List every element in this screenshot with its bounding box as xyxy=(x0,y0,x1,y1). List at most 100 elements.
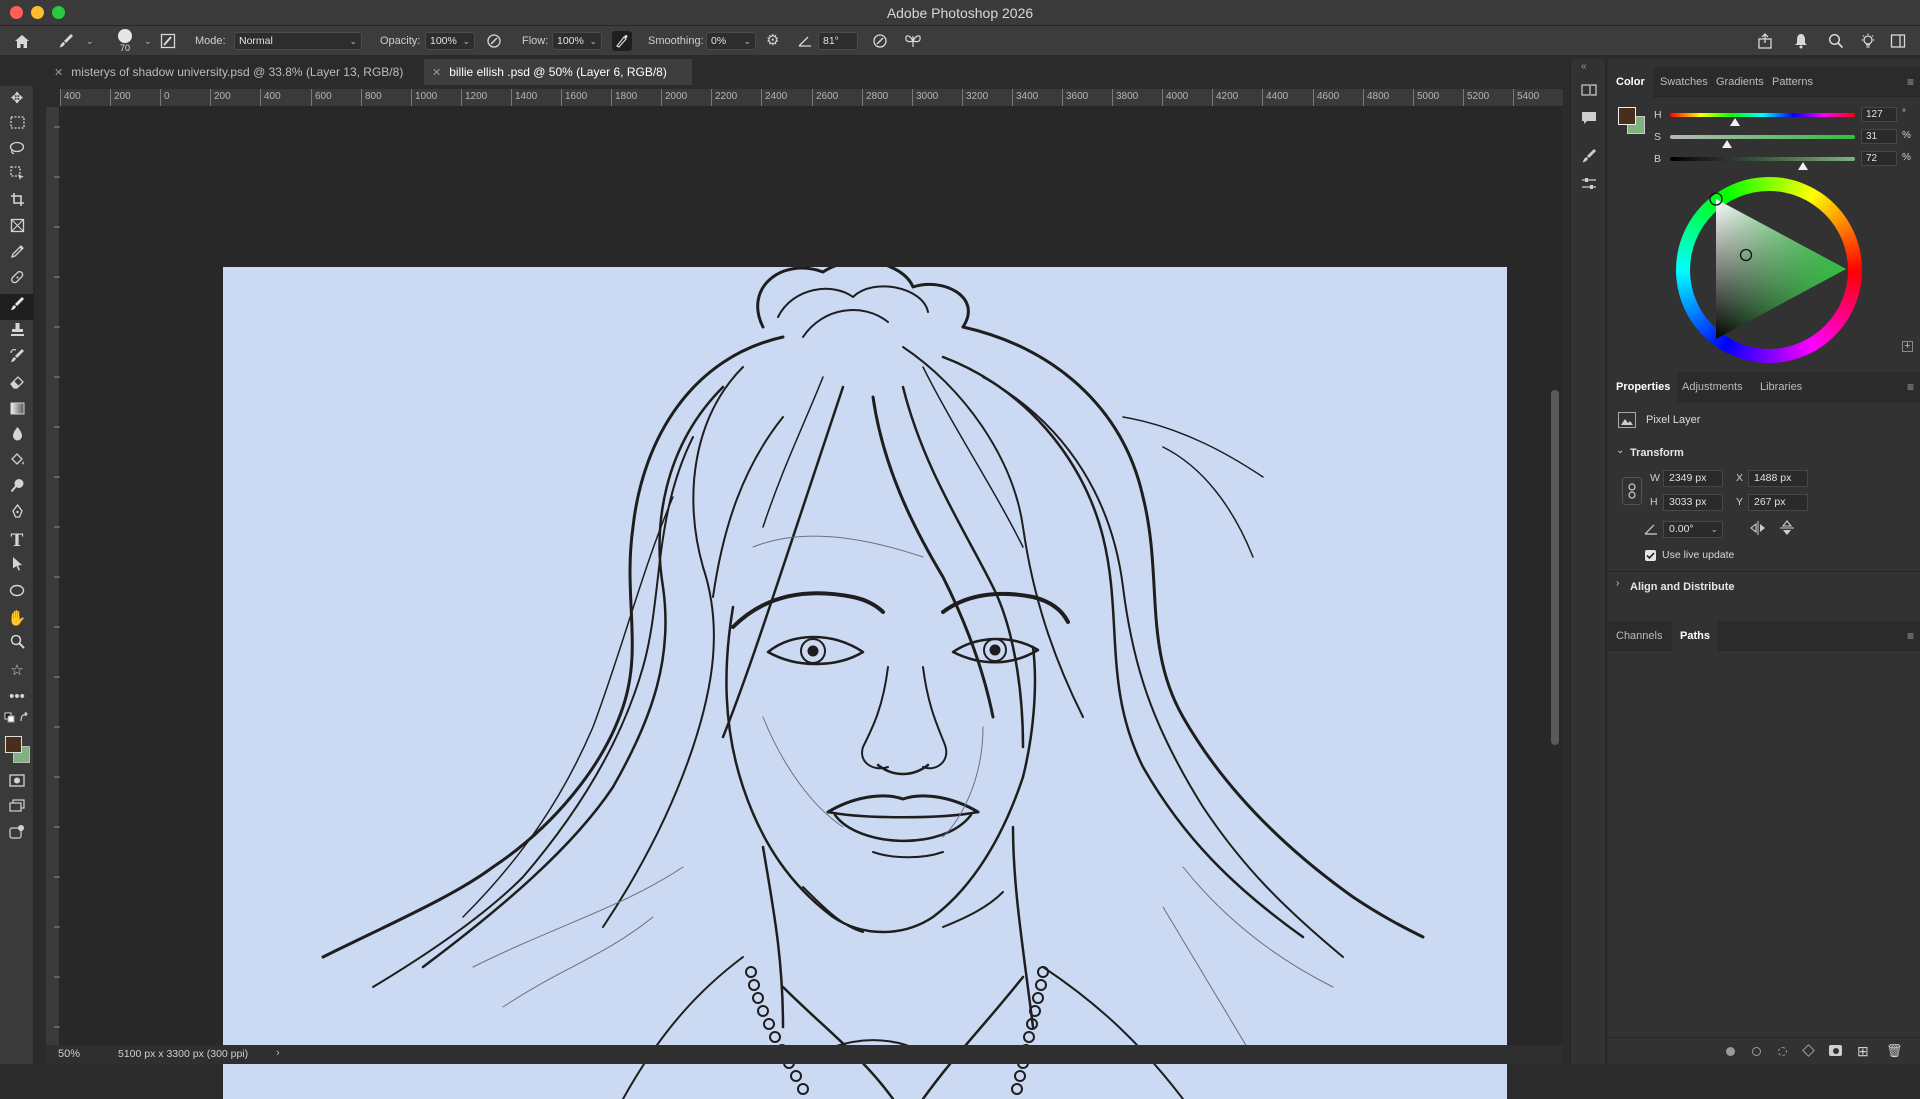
rotation-angle-field[interactable]: 0.00° ⌄ xyxy=(1663,521,1723,538)
gradient-tool-icon[interactable] xyxy=(0,398,34,424)
chevron-right-icon[interactable]: › xyxy=(1616,578,1619,589)
frame-tool-icon[interactable] xyxy=(0,216,34,242)
brush-preset-dropdown[interactable]: ⌄ xyxy=(82,26,94,56)
chevron-down-icon[interactable]: ⌄ xyxy=(1616,445,1624,456)
crop-tool-icon[interactable] xyxy=(0,190,34,216)
document-tab-misterys[interactable]: ✕ misterys of shadow university.psd @ 33… xyxy=(46,59,421,85)
discover-lightbulb-icon[interactable] xyxy=(1860,26,1882,56)
healing-brush-tool-icon[interactable] xyxy=(0,268,34,294)
tab-paths[interactable]: Paths xyxy=(1672,621,1718,651)
tab-swatches[interactable]: Swatches xyxy=(1652,67,1716,97)
type-tool-icon[interactable]: T xyxy=(0,528,34,554)
y-field[interactable]: 267 px xyxy=(1748,494,1808,511)
pressure-opacity-icon[interactable] xyxy=(486,26,508,56)
share-icon[interactable] xyxy=(1757,26,1779,56)
tab-libraries[interactable]: Libraries xyxy=(1752,372,1810,402)
clone-stamp-tool-icon[interactable] xyxy=(0,320,34,346)
history-brush-tool-icon[interactable] xyxy=(0,346,34,372)
history-panel-icon[interactable] xyxy=(1577,81,1601,105)
blur-tool-icon[interactable] xyxy=(0,424,34,450)
new-path-icon[interactable]: ⊞ xyxy=(1857,1043,1869,1060)
ellipse-tool-icon[interactable] xyxy=(0,580,34,606)
search-icon[interactable] xyxy=(1828,26,1850,56)
tab-patterns[interactable]: Patterns xyxy=(1764,67,1821,97)
tab-channels[interactable]: Channels xyxy=(1608,621,1670,651)
notifications-bell-icon[interactable] xyxy=(1794,26,1816,56)
brush-settings-strip-icon[interactable] xyxy=(1577,147,1601,171)
smoothing-field[interactable]: 0% ⌄ xyxy=(706,32,756,50)
vertical-scrollbar[interactable] xyxy=(1551,390,1559,745)
brush-size-dropdown[interactable]: ⌄ xyxy=(140,26,152,56)
dodge-tool-icon[interactable] xyxy=(0,476,34,502)
width-field[interactable]: 2349 px xyxy=(1663,470,1723,487)
lasso-tool-icon[interactable] xyxy=(0,138,34,164)
hue-slider-thumb[interactable] xyxy=(1729,118,1740,126)
panel-menu-icon[interactable]: ≡ xyxy=(1907,75,1914,89)
paint-bucket-tool-icon[interactable] xyxy=(0,450,34,476)
brightness-slider[interactable] xyxy=(1670,157,1855,161)
align-distribute-section-title[interactable]: Align and Distribute xyxy=(1630,581,1735,593)
brush-preset-icon[interactable] xyxy=(58,26,78,56)
home-icon[interactable] xyxy=(14,26,40,56)
object-selection-tool-icon[interactable] xyxy=(0,164,34,190)
document-tab-billie[interactable]: ✕ billie ellish .psd @ 50% (Layer 6, RGB… xyxy=(424,59,692,85)
close-tab-icon[interactable]: ✕ xyxy=(54,66,63,79)
link-dimensions-icon[interactable] xyxy=(1622,477,1642,505)
workspace-layout-icon[interactable] xyxy=(1890,26,1912,56)
panel-menu-icon[interactable]: ≡ xyxy=(1907,629,1914,643)
tab-color[interactable]: Color xyxy=(1608,67,1653,97)
properties-sliders-icon[interactable] xyxy=(1577,175,1601,199)
saturation-value-field[interactable]: 31 xyxy=(1861,129,1897,144)
hue-slider[interactable] xyxy=(1670,113,1855,117)
airbrush-icon[interactable] xyxy=(612,26,634,56)
saturation-slider[interactable] xyxy=(1670,135,1855,139)
eraser-tool-icon[interactable] xyxy=(0,372,34,398)
pressure-size-icon[interactable] xyxy=(872,26,894,56)
quick-mask-icon[interactable] xyxy=(0,770,34,796)
zoom-level[interactable]: 50% xyxy=(58,1048,80,1060)
blend-mode-select[interactable]: Normal ⌄ xyxy=(234,32,362,50)
chevron-right-icon[interactable]: › xyxy=(276,1047,280,1059)
live-update-checkbox[interactable] xyxy=(1645,550,1656,561)
comments-panel-icon[interactable] xyxy=(1577,109,1601,133)
brush-settings-panel-icon[interactable] xyxy=(160,26,182,56)
panel-menu-icon[interactable]: ≡ xyxy=(1907,380,1914,394)
brightness-value-field[interactable]: 72 xyxy=(1861,151,1897,166)
stroke-path-icon[interactable] xyxy=(1752,1047,1761,1056)
brightness-slider-thumb[interactable] xyxy=(1798,162,1809,170)
make-work-path-icon[interactable] xyxy=(1802,1044,1815,1057)
eyedropper-tool-icon[interactable] xyxy=(0,242,34,268)
move-tool-icon[interactable]: ✥ xyxy=(0,86,34,112)
color-wheel[interactable] xyxy=(1676,177,1862,363)
hand-tool-icon[interactable]: ✋ xyxy=(0,606,34,632)
star-shape-icon[interactable]: ☆ xyxy=(0,658,34,684)
marquee-tool-icon[interactable] xyxy=(0,112,34,138)
smoothing-settings-gear-icon[interactable]: ⚙ xyxy=(766,26,788,56)
load-selection-icon[interactable] xyxy=(1778,1047,1787,1056)
flip-horizontal-icon[interactable] xyxy=(1750,521,1766,540)
saturation-slider-thumb[interactable] xyxy=(1722,140,1733,148)
height-field[interactable]: 3033 px xyxy=(1663,494,1723,511)
transform-section-title[interactable]: Transform xyxy=(1630,447,1684,459)
edit-toolbar-icon[interactable] xyxy=(0,822,34,848)
collapse-panels-icon[interactable]: « xyxy=(1581,61,1587,72)
more-tools-icon[interactable]: ••• xyxy=(0,684,34,710)
add-mask-icon[interactable] xyxy=(1829,1045,1842,1056)
trash-icon[interactable]: 🗑 xyxy=(1886,1043,1903,1059)
default-colors-icon[interactable] xyxy=(0,710,34,736)
flow-field[interactable]: 100% ⌄ xyxy=(552,32,602,50)
hue-value-field[interactable]: 127 xyxy=(1861,107,1897,122)
pen-tool-icon[interactable] xyxy=(0,502,34,528)
tab-gradients[interactable]: Gradients xyxy=(1708,67,1772,97)
symmetry-butterfly-icon[interactable] xyxy=(904,26,928,56)
tab-properties[interactable]: Properties xyxy=(1608,372,1679,402)
opacity-field[interactable]: 100% ⌄ xyxy=(425,32,475,50)
expand-color-icon[interactable]: + xyxy=(1902,341,1913,352)
path-selection-tool-icon[interactable] xyxy=(0,554,34,580)
x-field[interactable]: 1488 px xyxy=(1748,470,1808,487)
fill-path-icon[interactable] xyxy=(1726,1047,1735,1056)
artwork-canvas[interactable] xyxy=(223,267,1507,1099)
close-tab-icon[interactable]: ✕ xyxy=(432,66,441,79)
brush-tool-icon[interactable] xyxy=(0,294,34,320)
zoom-tool-icon[interactable] xyxy=(0,632,34,658)
